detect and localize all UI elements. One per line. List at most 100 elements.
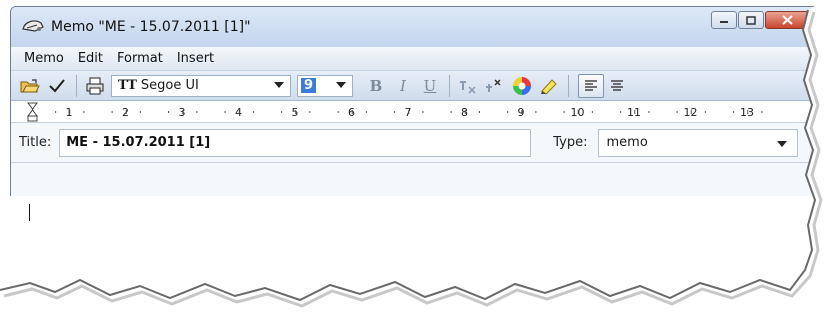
color-wheel-icon (513, 76, 531, 95)
ruler-tick (196, 111, 198, 113)
type-select[interactable]: memo (597, 128, 798, 157)
ruler-tick (55, 111, 57, 113)
ruler-tick (577, 110, 579, 114)
ruler-tick (83, 111, 85, 113)
ruler: 1 2 3 4 5 6 7 8 9 10 11 12 13 (11, 101, 825, 123)
ruler-tick (351, 110, 353, 114)
ruler-tick (422, 111, 424, 113)
ruler-number: 5 (292, 106, 299, 119)
highlighter-icon (541, 78, 557, 95)
highlight-button[interactable] (536, 74, 562, 98)
ruler-tick (252, 111, 254, 113)
ruler-tick (634, 110, 636, 114)
type-label: Type: (553, 135, 588, 150)
minimize-icon (720, 21, 728, 23)
truetype-font-icon: TT (118, 78, 137, 93)
ruler-number: 6 (348, 106, 355, 119)
superscript-icon (486, 78, 501, 92)
ruler-tick (591, 111, 593, 113)
align-center-button[interactable] (604, 74, 630, 98)
font-size-value: 9 (301, 78, 317, 93)
ruler-tick (733, 111, 735, 113)
title-input[interactable] (59, 128, 532, 157)
ruler-tick (464, 110, 466, 114)
font-family-select[interactable]: TT Segoe UI (111, 74, 291, 97)
ruler-tick (450, 111, 452, 113)
close-icon (781, 15, 793, 25)
subscript-button[interactable] (455, 74, 481, 98)
ruler-tick (535, 111, 537, 113)
font-size-select[interactable]: 9 (297, 74, 353, 97)
memo-header-fields: Title: Type: memo (11, 123, 825, 163)
underline-button[interactable]: U (417, 74, 443, 98)
type-value: memo (606, 135, 648, 150)
title-label: Title: (19, 135, 52, 150)
chevron-down-icon[interactable] (274, 81, 284, 88)
ruler-tick (125, 110, 127, 114)
subscript-icon (460, 80, 476, 94)
menu-insert[interactable]: Insert (170, 49, 221, 68)
ruler-tick (224, 111, 226, 113)
ruler-number: 8 (461, 106, 468, 119)
chevron-down-icon[interactable] (336, 81, 346, 88)
ruler-tick (676, 111, 678, 113)
ruler-number: 4 (235, 106, 242, 119)
print-button[interactable] (82, 74, 108, 98)
open-folder-icon (20, 78, 40, 92)
maximize-icon (746, 15, 756, 25)
toolbar-separator (449, 74, 450, 97)
chevron-down-icon[interactable] (776, 140, 787, 147)
ruler-number: 3 (179, 106, 186, 119)
ruler-tick (295, 110, 297, 114)
ruler-tick (478, 111, 480, 113)
superscript-button[interactable] (482, 74, 508, 98)
menu-memo[interactable]: Memo (17, 49, 71, 68)
ruler-tick (168, 111, 170, 113)
ruler-number: 11 (627, 106, 641, 119)
ruler-number: 7 (405, 106, 412, 119)
menu-edit[interactable]: Edit (71, 49, 110, 68)
italic-button[interactable]: I (390, 74, 416, 98)
ruler-tick (111, 111, 113, 113)
toolbar-separator (568, 74, 569, 97)
printer-icon (86, 77, 104, 94)
text-color-button[interactable] (509, 74, 535, 98)
ruler-tick (408, 110, 410, 114)
ruler-tick (365, 111, 367, 113)
memo-app-icon (22, 20, 44, 32)
ruler-tick (394, 111, 396, 113)
ruler-tick (69, 110, 71, 114)
minimize-button[interactable] (711, 11, 737, 29)
ruler-number: 13 (740, 106, 754, 119)
align-left-button[interactable] (578, 73, 604, 98)
window-title: Memo "ME - 15.07.2011 [1]" (51, 19, 251, 35)
ruler-number: 12 (684, 106, 698, 119)
menu-format[interactable]: Format (110, 49, 170, 68)
open-button[interactable] (17, 74, 43, 98)
menu-bar: Memo Edit Format Insert (11, 47, 825, 71)
formatting-toolbar: TT Segoe UI 9 B I U (11, 71, 825, 101)
ruler-number: 2 (122, 106, 129, 119)
checkmark-icon (49, 78, 65, 92)
bold-button[interactable]: B (363, 74, 389, 98)
ruler-tick (620, 111, 622, 113)
ruler-number: 1 (66, 106, 73, 119)
ruler-tick (337, 111, 339, 113)
memo-body-editor[interactable] (0, 196, 825, 316)
ruler-tick (761, 111, 763, 113)
title-bar[interactable]: Memo "ME - 15.07.2011 [1]" (11, 7, 825, 47)
ruler-tick (309, 111, 311, 113)
ruler-number: 9 (518, 106, 525, 119)
window-controls (710, 11, 809, 29)
ruler-tick (139, 111, 141, 113)
close-button[interactable] (765, 11, 809, 29)
align-left-icon (585, 79, 597, 91)
ruler-tick (182, 110, 184, 114)
save-check-button[interactable] (44, 74, 70, 98)
ruler-tick (704, 111, 706, 113)
ruler-tick (281, 111, 283, 113)
ruler-tick (507, 111, 509, 113)
toolbar-separator (76, 74, 77, 97)
maximize-button[interactable] (738, 11, 764, 29)
ruler-tick (521, 110, 523, 114)
